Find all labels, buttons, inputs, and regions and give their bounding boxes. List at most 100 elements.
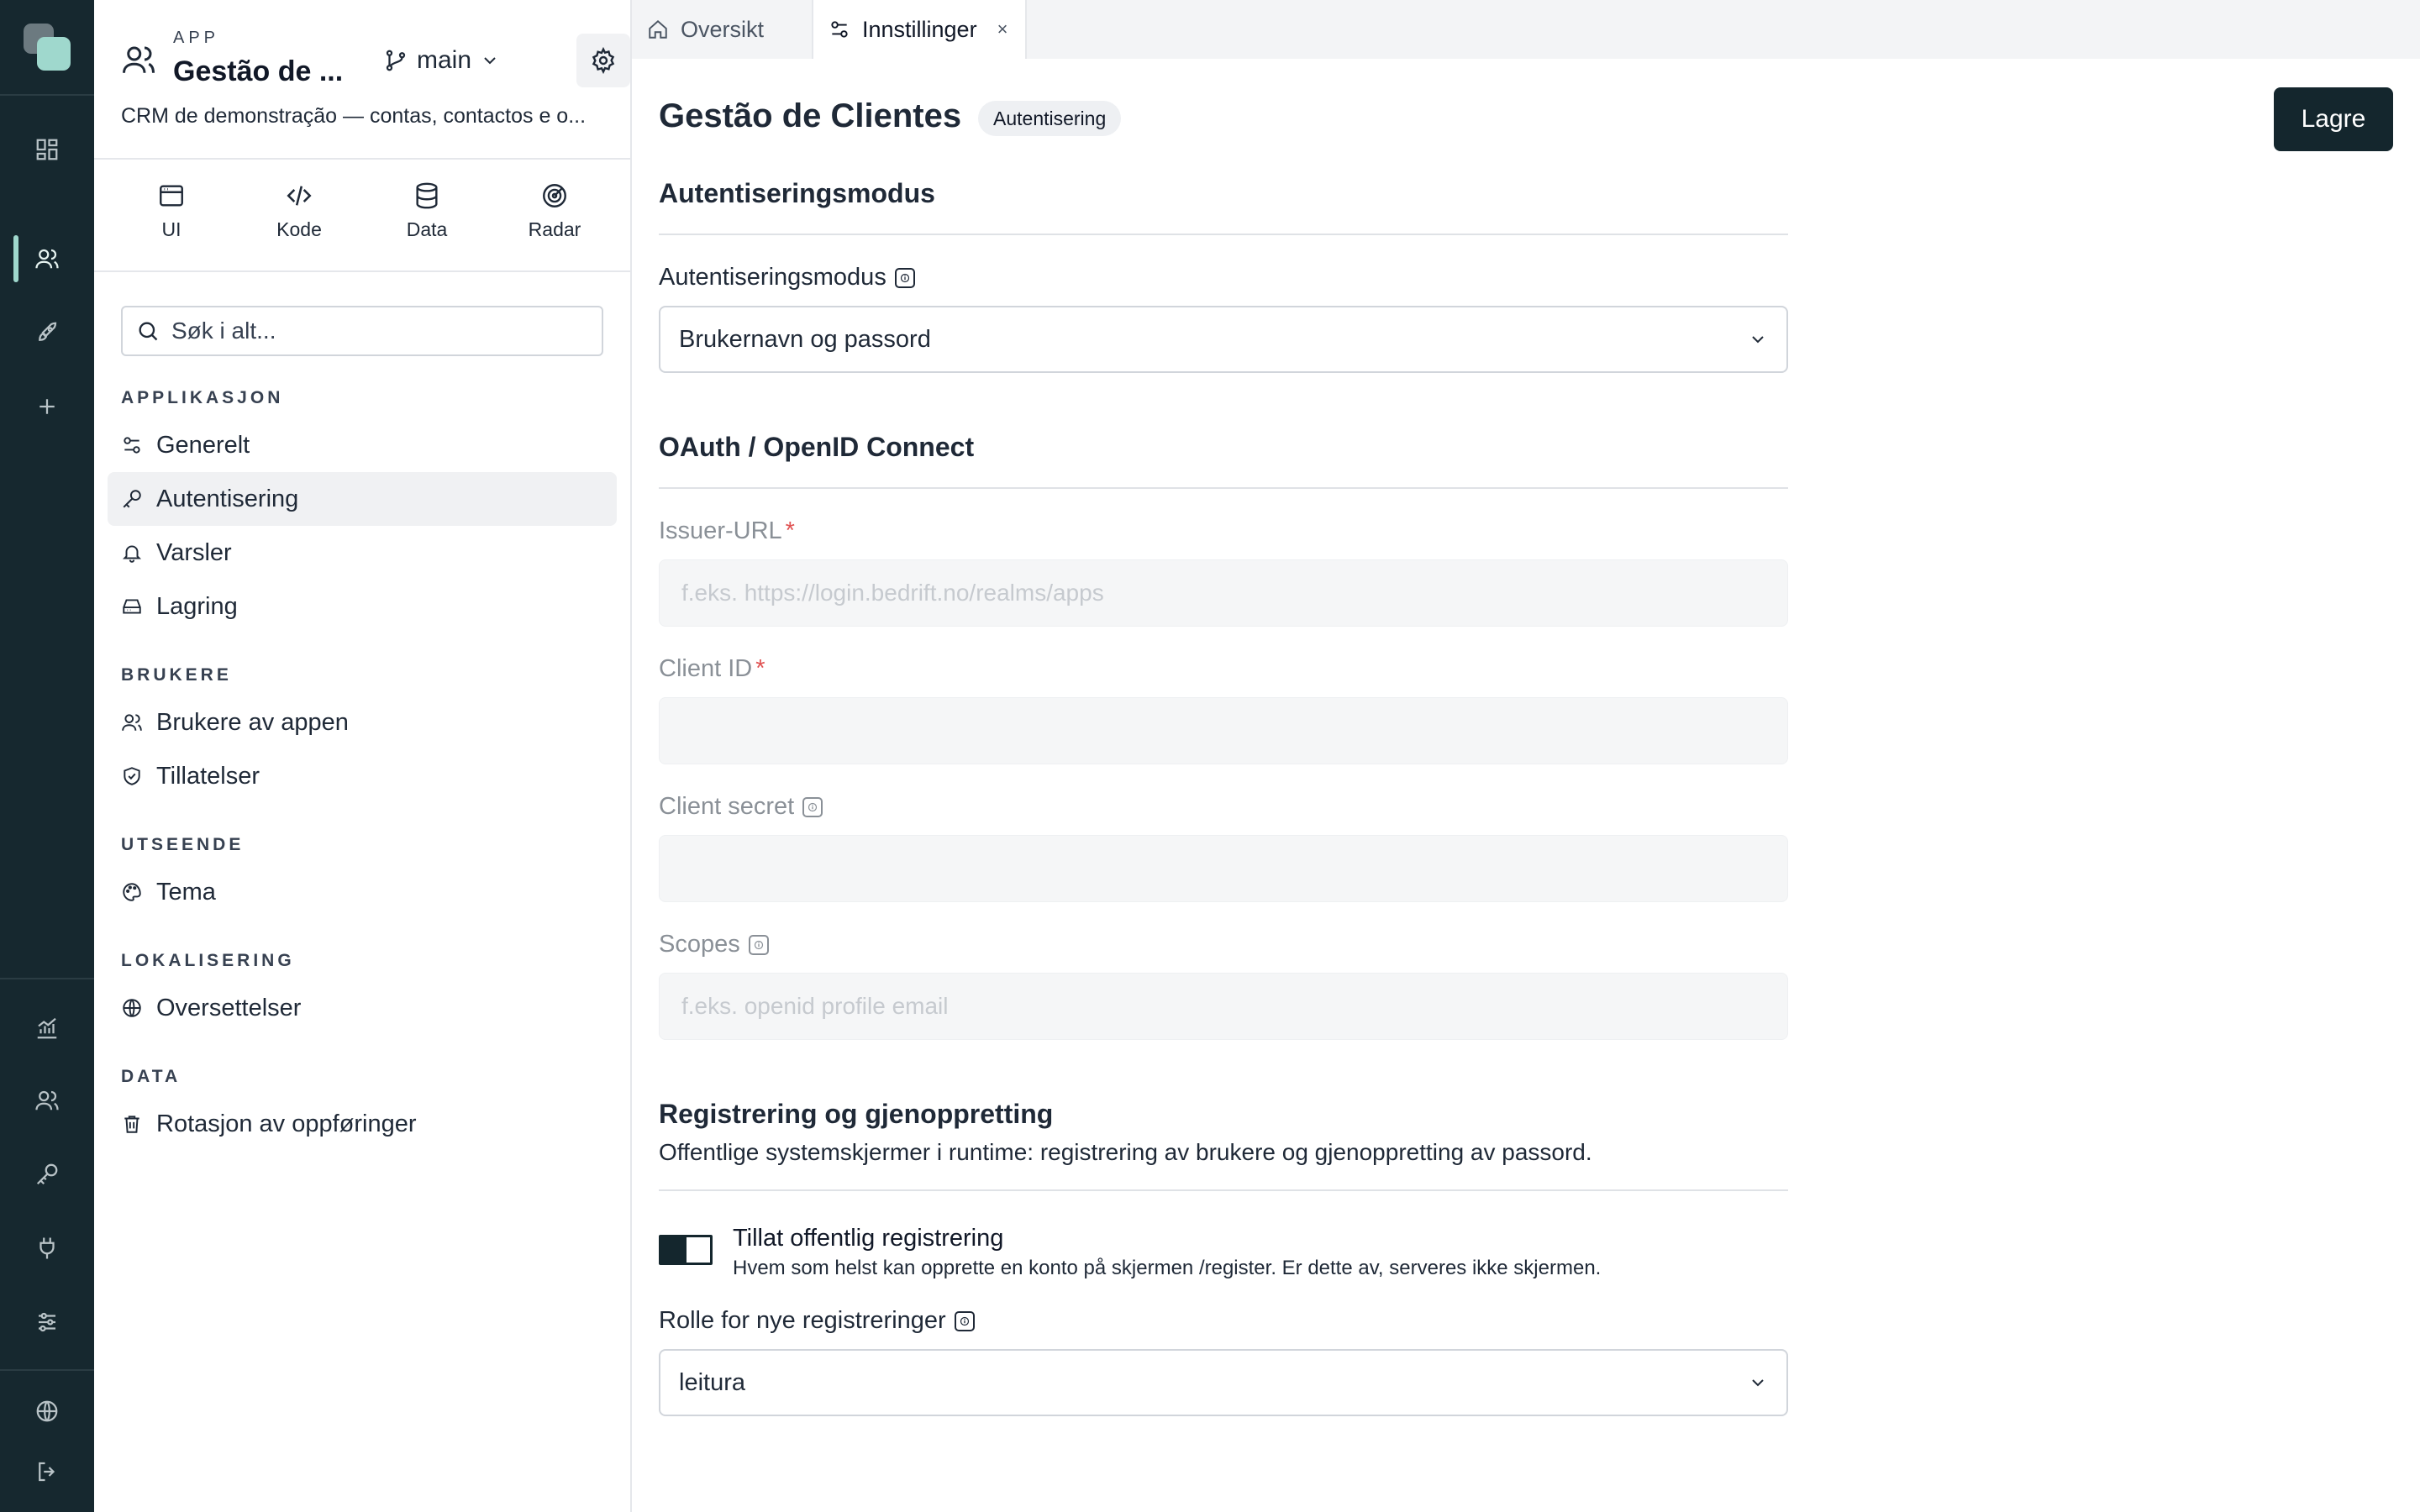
rail-divider bbox=[0, 978, 94, 979]
rail-active-indicator bbox=[13, 235, 18, 282]
rail-analytics-button[interactable] bbox=[24, 1005, 71, 1052]
rail-apps-button[interactable] bbox=[24, 235, 71, 282]
client-secret-field[interactable] bbox=[659, 835, 1788, 902]
sidebar-item-generelt[interactable]: Generelt bbox=[108, 418, 617, 472]
section-divider bbox=[659, 234, 1788, 235]
rail-dashboard-button[interactable] bbox=[24, 126, 71, 173]
role-select[interactable]: leitura bbox=[659, 1349, 1788, 1416]
page-title: Gestão de Clientes bbox=[659, 97, 962, 134]
sidebar-item-varsler[interactable]: Varsler bbox=[108, 526, 617, 580]
toggles-icon bbox=[121, 434, 143, 456]
section-divider bbox=[659, 487, 1788, 489]
rail-add-button[interactable] bbox=[24, 383, 71, 430]
users-icon bbox=[121, 42, 156, 77]
rail-language-button[interactable] bbox=[24, 1388, 71, 1435]
branch-selector[interactable]: main bbox=[383, 40, 500, 81]
radar-icon bbox=[540, 181, 569, 210]
sidebar-item-label: Lagring bbox=[156, 592, 238, 620]
app-name: Gestão de ... bbox=[173, 55, 344, 87]
auth-mode-label: Autentiseringsmodus bbox=[659, 264, 915, 291]
chevron-down-icon bbox=[480, 50, 500, 71]
sidebar-item-autentisering[interactable]: Autentisering bbox=[108, 472, 617, 526]
rail-users-button[interactable] bbox=[24, 1077, 71, 1124]
rail-logout-button[interactable] bbox=[24, 1448, 71, 1495]
sliders-icon bbox=[34, 1310, 60, 1335]
app-header: APP Gestão de ... main bbox=[121, 25, 630, 92]
rail-plugins-button[interactable] bbox=[24, 1225, 71, 1272]
quick-link-label: UI bbox=[161, 218, 182, 240]
required-marker: * bbox=[785, 517, 795, 544]
public-registration-toggle[interactable] bbox=[659, 1235, 713, 1265]
sidebar-item-label: Tema bbox=[156, 878, 216, 906]
tab-close-button[interactable]: × bbox=[997, 18, 1008, 40]
sidebar-item-brukere-av-appen[interactable]: Brukere av appen bbox=[108, 696, 617, 749]
settings-content: Gestão de Clientes Autentisering Lagre A… bbox=[632, 59, 2420, 1512]
save-button[interactable]: Lagre bbox=[2274, 87, 2393, 151]
rocket-icon bbox=[34, 320, 60, 345]
info-icon[interactable] bbox=[954, 1310, 975, 1331]
home-icon bbox=[647, 18, 669, 40]
key-icon bbox=[121, 488, 143, 510]
rail-deploy-button[interactable] bbox=[24, 309, 71, 356]
search-input[interactable] bbox=[171, 318, 575, 344]
sidebar-item-label: Varsler bbox=[156, 538, 232, 566]
rail-divider bbox=[0, 94, 94, 96]
chart-icon bbox=[34, 1016, 60, 1041]
globe-icon bbox=[34, 1399, 60, 1424]
git-branch-icon bbox=[383, 48, 408, 73]
database-icon bbox=[413, 181, 441, 210]
dashboard-icon bbox=[34, 137, 60, 162]
icon-rail bbox=[0, 0, 94, 1512]
sidebar-search[interactable] bbox=[121, 306, 603, 356]
field-label-text: Scopes bbox=[659, 931, 740, 958]
tab-innstillinger[interactable]: Innstillinger × bbox=[812, 0, 1027, 59]
required-marker: * bbox=[755, 655, 765, 682]
quick-links: UI Kode Data Radar bbox=[108, 165, 618, 257]
sidebar-item-label: Rotasjon av oppføringer bbox=[156, 1110, 417, 1137]
info-icon[interactable] bbox=[802, 796, 823, 817]
auth-mode-select[interactable]: Brukernavn og passord bbox=[659, 306, 1788, 373]
sidebar-item-tillatelser[interactable]: Tillatelser bbox=[108, 749, 617, 803]
rail-settings-button[interactable] bbox=[24, 1299, 71, 1346]
logo-front-square bbox=[37, 37, 71, 71]
code-icon bbox=[285, 181, 313, 210]
quick-link-code[interactable]: Kode bbox=[235, 165, 363, 257]
app-settings-button[interactable] bbox=[576, 34, 630, 87]
tab-oversikt[interactable]: Oversikt bbox=[632, 0, 812, 59]
sidebar-item-label: Oversettelser bbox=[156, 994, 302, 1021]
window-icon bbox=[157, 181, 186, 210]
field-label-text: Client ID bbox=[659, 655, 753, 682]
logo[interactable] bbox=[24, 24, 71, 71]
section-title-oauth: OAuth / OpenID Connect bbox=[659, 432, 975, 462]
rail-divider bbox=[0, 1369, 94, 1371]
bell-icon bbox=[121, 542, 143, 564]
nav-section-title: LOKALISERING bbox=[121, 951, 295, 970]
globe-icon bbox=[121, 997, 143, 1019]
users-icon bbox=[34, 246, 60, 271]
key-icon bbox=[34, 1162, 60, 1187]
sidebar-item-lagring[interactable]: Lagring bbox=[108, 580, 617, 633]
scopes-field[interactable]: f.eks. openid profile email bbox=[659, 973, 1788, 1040]
quick-link-data[interactable]: Data bbox=[363, 165, 491, 257]
rail-keys-button[interactable] bbox=[24, 1151, 71, 1198]
sidebar-item-rotasjon[interactable]: Rotasjon av oppføringer bbox=[108, 1097, 617, 1151]
app-description: CRM de demonstração — contas, contactos … bbox=[121, 104, 587, 128]
info-icon[interactable] bbox=[894, 267, 915, 288]
info-icon[interactable] bbox=[748, 934, 769, 955]
sidebar-item-label: Autentisering bbox=[156, 485, 299, 512]
sidebar-item-oversettelser[interactable]: Oversettelser bbox=[108, 981, 617, 1035]
role-label: Rolle for nye registreringer bbox=[659, 1307, 975, 1335]
quick-link-label: Kode bbox=[276, 218, 322, 240]
client-id-field[interactable] bbox=[659, 697, 1788, 764]
quick-link-radar[interactable]: Radar bbox=[491, 165, 618, 257]
sidebar-item-label: Generelt bbox=[156, 431, 250, 459]
sidebar-item-tema[interactable]: Tema bbox=[108, 865, 617, 919]
trash-icon bbox=[121, 1113, 143, 1135]
field-label-text: Issuer-URL bbox=[659, 517, 782, 544]
client-id-label: Client ID * bbox=[659, 655, 765, 683]
issuer-url-field[interactable]: f.eks. https://login.bedrift.no/realms/a… bbox=[659, 559, 1788, 627]
logout-icon bbox=[34, 1459, 60, 1484]
sidebar-divider bbox=[94, 158, 630, 160]
hard-drive-icon bbox=[121, 596, 143, 617]
quick-link-ui[interactable]: UI bbox=[108, 165, 235, 257]
